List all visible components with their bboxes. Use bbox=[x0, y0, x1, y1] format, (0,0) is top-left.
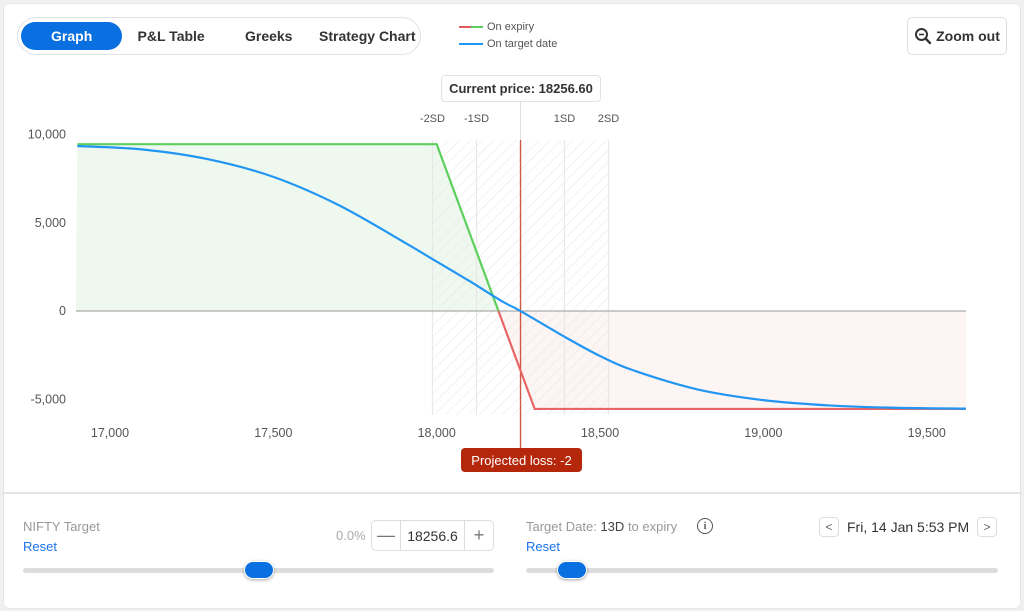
decrement-button[interactable]: — bbox=[372, 521, 400, 550]
date-slider-track[interactable] bbox=[526, 568, 998, 573]
x-tick-label: 19,500 bbox=[908, 426, 946, 440]
target-date-value: Fri, 14 Jan 5:53 PM bbox=[847, 519, 970, 535]
target-date-reset-link[interactable]: Reset bbox=[526, 539, 560, 554]
y-tick-label: 10,000 bbox=[28, 128, 66, 142]
target-date-prefix: Target Date: bbox=[526, 519, 597, 534]
nifty-target-label: NIFTY Target bbox=[23, 519, 100, 534]
y-tick-label: 5,000 bbox=[35, 216, 66, 230]
sd-label: -2SD bbox=[420, 113, 445, 125]
target-date-suffix: to expiry bbox=[627, 519, 678, 534]
current-price-label: Current price: 18256.60 bbox=[441, 75, 601, 102]
x-tick-label: 18,000 bbox=[418, 426, 456, 440]
y-tick-label: 0 bbox=[59, 304, 66, 318]
section-divider bbox=[3, 492, 1021, 494]
projected-loss-badge: Projected loss: -2 bbox=[461, 448, 582, 472]
nifty-change-pct: 0.0% bbox=[336, 528, 366, 543]
x-tick-label: 19,000 bbox=[744, 426, 782, 440]
x-tick-label: 18,500 bbox=[581, 426, 619, 440]
y-tick-label: -5,000 bbox=[31, 392, 66, 406]
x-tick-label: 17,000 bbox=[91, 426, 129, 440]
date-slider-thumb[interactable] bbox=[556, 561, 587, 579]
payoff-chart[interactable]: -2SD -1SD 1SD 2SD 10,000 5,000 0 -5,000 17,000 17… bbox=[0, 0, 1024, 490]
sd-label: 1SD bbox=[554, 113, 575, 125]
nifty-price-stepper[interactable]: — 18256.6 + bbox=[371, 520, 494, 551]
next-date-button[interactable]: > bbox=[977, 517, 997, 537]
target-date-days: 13D bbox=[600, 519, 625, 534]
sd-label: 2SD bbox=[598, 113, 619, 125]
target-date-label: Target Date: 13D to expiry bbox=[526, 519, 677, 534]
x-tick-label: 17,500 bbox=[254, 426, 292, 440]
increment-button[interactable]: + bbox=[465, 521, 493, 550]
nifty-slider-thumb[interactable] bbox=[243, 561, 274, 579]
prev-date-button[interactable]: < bbox=[819, 517, 839, 537]
info-icon[interactable]: i bbox=[697, 518, 713, 534]
nifty-price-input[interactable]: 18256.6 bbox=[400, 521, 465, 550]
sd-label: -1SD bbox=[464, 113, 489, 125]
nifty-reset-link[interactable]: Reset bbox=[23, 539, 57, 554]
